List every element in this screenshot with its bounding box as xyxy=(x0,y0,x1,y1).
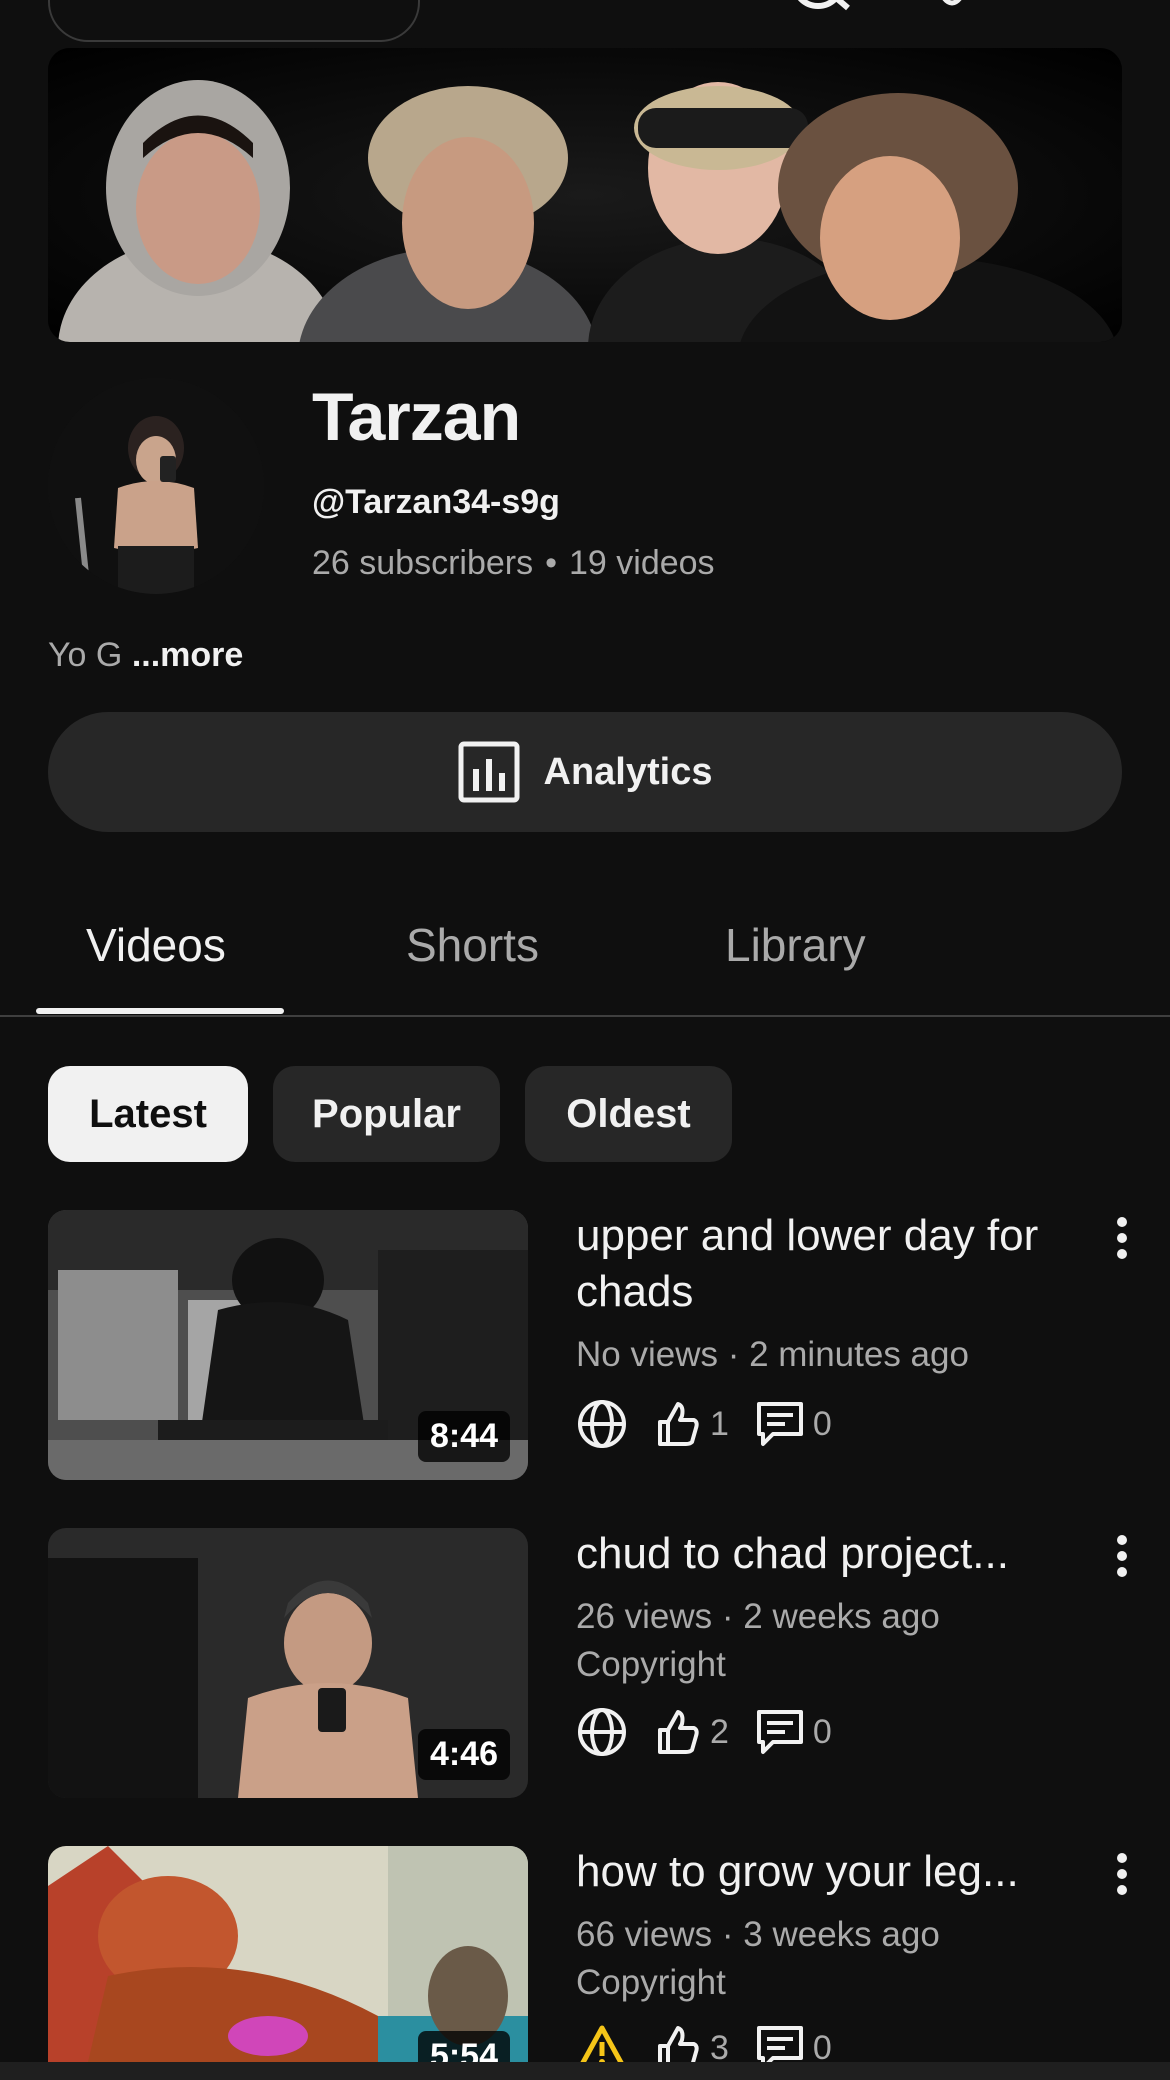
channel-stats: 26 subscribers • 19 videos xyxy=(312,544,715,583)
video-meta: 66 views · 3 weeks ago xyxy=(576,1915,940,1954)
analytics-icon xyxy=(458,741,520,803)
avatar-photo xyxy=(48,378,264,594)
banner-photo xyxy=(48,48,1122,342)
analytics-button[interactable]: Analytics xyxy=(48,712,1122,832)
tab-shorts[interactable]: Shorts xyxy=(406,918,539,972)
channel-banner xyxy=(48,48,1122,342)
active-tab-indicator xyxy=(36,1008,284,1014)
video-restriction: Copyright xyxy=(576,1963,726,2002)
more-link[interactable]: ...more xyxy=(132,636,243,674)
channel-description[interactable]: Yo G ...more xyxy=(48,636,243,675)
video-title[interactable]: chud to chad project... xyxy=(576,1526,1076,1582)
video-duration: 8:44 xyxy=(417,1411,510,1462)
filter-popular[interactable]: Popular xyxy=(273,1066,500,1162)
more-options-icon[interactable] xyxy=(1076,0,1096,12)
top-search-pill[interactable] xyxy=(48,0,420,42)
description-text: Yo G xyxy=(48,636,123,674)
tab-videos[interactable]: Videos xyxy=(86,918,226,972)
video-stats-row: 2 0 xyxy=(576,1706,858,1758)
channel-avatar[interactable] xyxy=(48,378,264,594)
video-thumbnail[interactable]: 8:44 xyxy=(48,1210,528,1480)
globe-icon xyxy=(578,1708,626,1756)
like-icon xyxy=(658,1710,699,1754)
video-title[interactable]: upper and lower day for chads xyxy=(576,1208,1076,1320)
video-menu-icon[interactable] xyxy=(1108,1214,1136,1262)
comment-count: 0 xyxy=(812,1404,832,1443)
video-meta: 26 views · 2 weeks ago xyxy=(576,1597,940,1636)
video-menu-icon[interactable] xyxy=(1108,1532,1136,1580)
video-title[interactable]: how to grow your leg... xyxy=(576,1844,1076,1900)
video-restriction: Copyright xyxy=(576,1645,726,1684)
channel-name: Tarzan xyxy=(312,379,521,455)
video-duration: 4:46 xyxy=(417,1729,510,1780)
analytics-label: Analytics xyxy=(543,750,713,793)
bottom-nav-edge xyxy=(0,2062,1170,2080)
video-count: 19 videos xyxy=(569,544,715,582)
globe-icon xyxy=(578,1400,626,1448)
like-count: 2 xyxy=(710,1712,729,1751)
video-menu-icon[interactable] xyxy=(1108,1850,1136,1898)
like-count: 1 xyxy=(710,1404,729,1443)
video-thumbnail[interactable]: 5:54 xyxy=(48,1846,528,2062)
like-icon xyxy=(658,1402,699,1446)
filter-latest[interactable]: Latest xyxy=(48,1066,248,1162)
video-duration: 5:54 xyxy=(417,2031,510,2062)
comment-icon xyxy=(756,1710,803,1754)
tab-library[interactable]: Library xyxy=(725,918,866,972)
video-stats-row: 1 0 xyxy=(576,1398,858,1450)
thumbnail-image xyxy=(48,1846,528,2062)
notifications-icon[interactable] xyxy=(922,0,982,12)
search-icon[interactable] xyxy=(790,0,854,12)
subscriber-count: 26 subscribers xyxy=(312,544,534,582)
comment-icon xyxy=(756,1402,803,1446)
filter-oldest[interactable]: Oldest xyxy=(525,1066,732,1162)
video-thumbnail[interactable]: 4:46 xyxy=(48,1528,528,1798)
channel-handle: @Tarzan34-s9g xyxy=(312,483,560,521)
video-meta: No views · 2 minutes ago xyxy=(576,1335,969,1374)
tabs-divider xyxy=(0,1015,1170,1017)
separator-dot: • xyxy=(545,544,558,582)
comment-count: 0 xyxy=(812,1712,832,1751)
